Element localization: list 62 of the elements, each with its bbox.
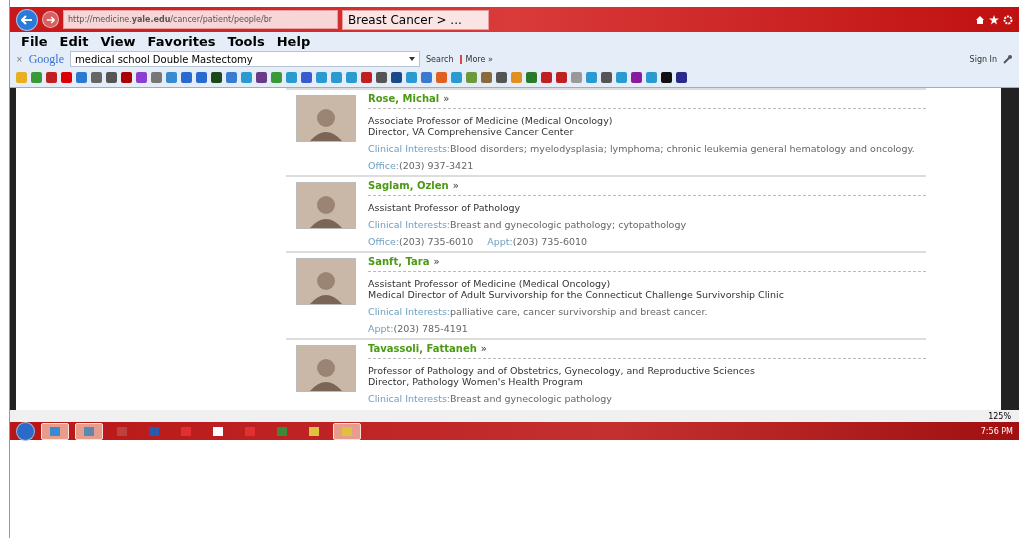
search-button[interactable]: Search xyxy=(426,54,454,64)
job-title: Medical Director of Adult Survivorship for the Connecticut Challenge Survivorship Clinic xyxy=(368,289,785,300)
bookmark-icon[interactable] xyxy=(661,72,672,83)
menu-item[interactable]: View xyxy=(95,33,141,49)
taskbar-app-button[interactable] xyxy=(41,422,69,440)
star-icon[interactable] xyxy=(989,14,999,25)
browser-tab[interactable]: Breast Cancer > ... xyxy=(342,9,489,30)
more-marker: » xyxy=(433,256,440,267)
more-marker: » xyxy=(452,180,459,191)
dropdown-caret-icon[interactable] xyxy=(409,57,416,61)
person-name-link[interactable]: Rose, Michal xyxy=(368,93,440,104)
search-field[interactable]: medical school Double Mastectomy xyxy=(70,51,421,67)
clinical-interests: Clinical Interests:palliative care, cancer survivorship and breast cancer. xyxy=(368,306,709,317)
more-marker: » xyxy=(443,93,450,104)
more-marker: » xyxy=(480,343,487,354)
job-title: Assistant Professor of Pathology xyxy=(368,202,522,213)
home-icon[interactable] xyxy=(975,14,985,25)
back-button[interactable] xyxy=(16,8,38,31)
clock: 7:56 PM xyxy=(980,426,1013,436)
job-title: Assistant Professor of Medicine (Medical Oncology) xyxy=(368,278,612,289)
bookmark-icon[interactable] xyxy=(601,72,612,83)
bookmark-icon[interactable] xyxy=(256,72,267,83)
menu-item[interactable]: Favorites xyxy=(142,33,221,49)
forward-button[interactable] xyxy=(42,11,59,28)
menu-item[interactable]: Help xyxy=(271,33,316,49)
menu-item[interactable]: File xyxy=(16,33,53,49)
job-title: Professor of Pathology and of Obstetrics, Gynecology, and Reproductive Sciences xyxy=(368,365,756,376)
contact-line: Office:(203) 735-6010 Appt:(203) 735-6010 xyxy=(368,236,589,247)
close-toolbar-button[interactable]: × xyxy=(16,54,23,64)
contact-line: Appt:(203) 785-4191 xyxy=(368,323,469,334)
zoom-level[interactable]: 125% xyxy=(988,411,1011,421)
google-logo: Google xyxy=(28,51,65,67)
clinical-interests: Clinical Interests:Breast and gynecologic pathology xyxy=(368,393,613,404)
job-title: Associate Professor of Medicine (Medical Oncology) xyxy=(368,115,614,126)
wrench-icon[interactable] xyxy=(1003,54,1013,64)
menu-item[interactable]: Edit xyxy=(54,33,94,49)
contact-line: Office:(203) 937-3421 xyxy=(368,160,475,171)
clinical-interests: Clinical Interests:Breast and gynecologic pathology; cytopathology xyxy=(368,219,688,230)
bookmark-icon[interactable] xyxy=(391,72,402,83)
more-button[interactable]: More » xyxy=(459,54,493,64)
taskbar-app-button[interactable] xyxy=(75,422,103,440)
bookmark-icon[interactable] xyxy=(106,72,117,83)
bookmark-icon[interactable] xyxy=(376,72,387,83)
bookmark-icon[interactable] xyxy=(301,72,312,83)
person-name-link[interactable]: Sanft, Tara xyxy=(368,256,430,267)
clinical-interests: Clinical Interests:Blood disorders; myelodysplasia; lymphoma; chronic leukemia general hematology and oncology. xyxy=(368,143,916,154)
taskbar-app-button[interactable] xyxy=(333,422,361,440)
bookmark-icon[interactable] xyxy=(676,72,687,83)
address-field[interactable]: http://medicine.yale.edu/cancer/patient/people/br xyxy=(63,10,338,29)
person-name-link[interactable]: Tavassoli, Fattaneh xyxy=(368,343,477,354)
menu-item[interactable]: Tools xyxy=(222,33,270,49)
sign-in-link[interactable]: Sign In xyxy=(969,54,997,64)
forward-arrow-icon xyxy=(46,15,55,24)
settings-icon[interactable] xyxy=(1003,14,1013,25)
bookmark-icon[interactable] xyxy=(121,72,132,83)
back-arrow-icon xyxy=(21,14,33,25)
bookmark-icon[interactable] xyxy=(211,72,222,83)
bookmark-icon[interactable] xyxy=(631,72,642,83)
job-title: Director, Pathology Women's Health Program xyxy=(368,376,584,387)
job-title: Director, VA Comprehensive Cancer Center xyxy=(368,126,575,137)
person-name-link[interactable]: Saglam, Ozlen xyxy=(368,180,449,191)
bookmark-icon[interactable] xyxy=(496,72,507,83)
